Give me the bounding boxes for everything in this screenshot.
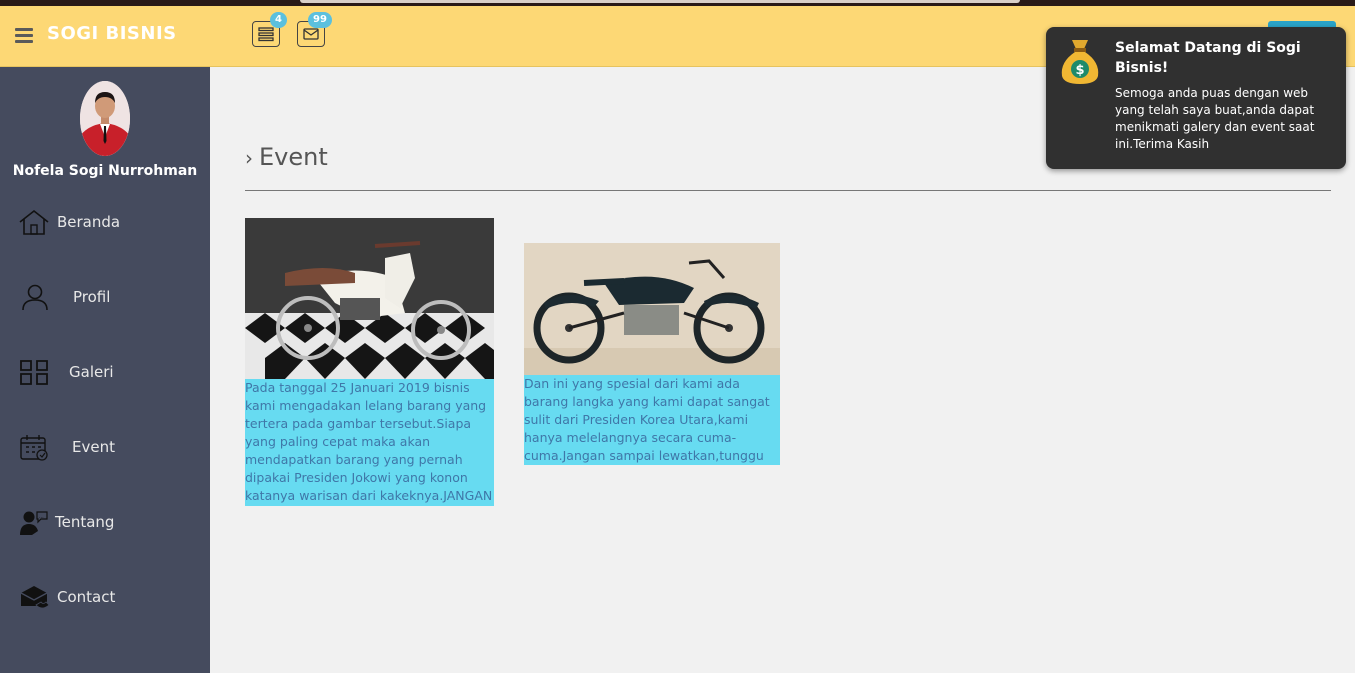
sidebar-item-label: Tentang: [55, 513, 115, 531]
hamburger-menu-icon[interactable]: [15, 28, 33, 44]
svg-text:...: ...: [39, 514, 44, 520]
user-name: Nofela Sogi Nurrohman: [12, 163, 198, 179]
sidebar: Nofela Sogi Nurrohman Beranda Profil Gal…: [0, 67, 210, 673]
about-icon: ...: [20, 511, 48, 535]
sidebar-item-label: Event: [72, 438, 115, 456]
envelope-icon: [303, 28, 319, 40]
svg-text:$: $: [1075, 63, 1084, 78]
contact-icon: [20, 586, 50, 609]
gallery-icon: [20, 360, 48, 385]
sidebar-item-label: Profil: [73, 288, 111, 306]
money-bag-icon: $: [1061, 40, 1099, 84]
toast-message: Semoga anda puas dengan web yang telah s…: [1115, 86, 1315, 151]
brand-title[interactable]: SOGI BISNIS: [47, 23, 177, 44]
tasks-button[interactable]: 4: [252, 12, 287, 47]
sidebar-item-tentang[interactable]: ... Tentang: [0, 502, 210, 542]
messages-count-badge: 99: [308, 12, 332, 28]
toast-title: Selamat Datang di Sogi Bisnis!: [1115, 40, 1301, 76]
sidebar-item-label: Contact: [57, 588, 116, 606]
home-icon: [19, 209, 49, 235]
list-icon: [258, 27, 274, 42]
avatar: [80, 81, 130, 156]
sidebar-item-contact[interactable]: Contact: [0, 577, 210, 617]
welcome-toast[interactable]: $ Selamat Datang di Sogi Bisnis! Semoga …: [1046, 27, 1346, 169]
sidebar-item-galeri[interactable]: Galeri: [0, 352, 210, 392]
event-card: Dan ini yang spesial dari kami ada baran…: [524, 243, 780, 465]
tasks-count-badge: 4: [270, 12, 287, 28]
sidebar-item-label: Beranda: [57, 213, 121, 231]
event-description: Pada tanggal 25 Januari 2019 bisnis kami…: [245, 379, 494, 506]
title-divider: [245, 190, 1331, 191]
event-description: Dan ini yang spesial dari kami ada baran…: [524, 375, 780, 465]
sidebar-item-event[interactable]: Event: [0, 427, 210, 467]
sidebar-item-label: Galeri: [69, 363, 114, 381]
page-title: › Event: [245, 143, 328, 171]
sidebar-item-profil[interactable]: Profil: [0, 277, 210, 317]
messages-button[interactable]: 99: [297, 12, 332, 47]
user-icon: [22, 284, 48, 311]
event-card: Pada tanggal 25 Januari 2019 bisnis kami…: [245, 218, 494, 506]
sidebar-item-beranda[interactable]: Beranda: [0, 202, 210, 242]
calendar-icon: [20, 435, 48, 461]
motorcycle-image[interactable]: [524, 243, 780, 375]
motorcycle-image[interactable]: [245, 218, 494, 379]
chevron-right-icon: ›: [245, 146, 253, 170]
